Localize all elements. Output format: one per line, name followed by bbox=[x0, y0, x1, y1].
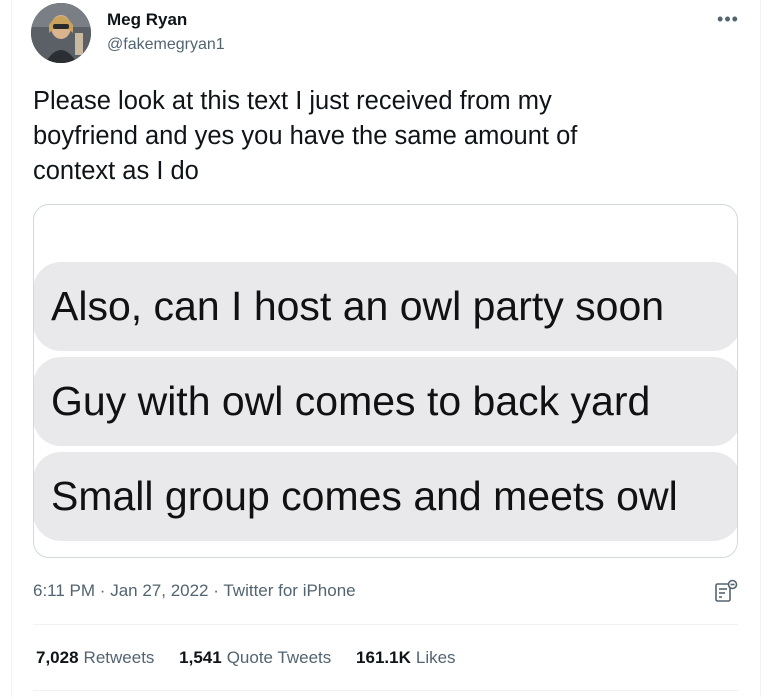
message-bubble: Also, can I host an owl party soon bbox=[34, 262, 737, 351]
avatar-image bbox=[31, 3, 91, 63]
meta-separator: · bbox=[213, 581, 219, 600]
tweet-metadata: 6:11 PM · Jan 27, 2022 · Twitter for iPh… bbox=[33, 581, 356, 601]
meta-separator: · bbox=[99, 581, 106, 600]
timeline-border-right bbox=[760, 0, 761, 697]
tweet-text: Please look at this text I just received… bbox=[33, 87, 578, 185]
tweet-stats: 7,028 Retweets 1,541 Quote Tweets 161.1K Li… bbox=[36, 648, 476, 668]
quote-tweets-stat[interactable]: 1,541 Quote Tweets bbox=[179, 648, 331, 668]
divider bbox=[33, 624, 738, 625]
quote-tweets-label: Quote Tweets bbox=[226, 648, 332, 667]
retweets-stat[interactable]: 7,028 Retweets bbox=[36, 648, 154, 668]
more-options-button[interactable]: ••• bbox=[713, 5, 743, 33]
quote-tweets-count: 1,541 bbox=[179, 648, 222, 667]
author-handle[interactable]: @fakemegryan1 bbox=[107, 36, 225, 54]
tweet-source[interactable]: Twitter for iPhone bbox=[223, 581, 355, 600]
more-horizontal-icon: ••• bbox=[717, 9, 739, 29]
likes-stat[interactable]: 161.1K Likes bbox=[356, 648, 456, 668]
tweet-timestamp-date[interactable]: Jan 27, 2022 bbox=[110, 581, 208, 600]
divider bbox=[33, 690, 738, 691]
author-name[interactable]: Meg Ryan bbox=[107, 10, 187, 30]
retweets-label: Retweets bbox=[83, 648, 155, 667]
analytics-icon[interactable] bbox=[713, 579, 739, 603]
retweets-count: 7,028 bbox=[36, 648, 79, 667]
tweet-media-image[interactable]: Also, can I host an owl party soon Guy w… bbox=[33, 204, 738, 558]
likes-count: 161.1K bbox=[356, 648, 411, 667]
tweet-timestamp-time[interactable]: 6:11 PM bbox=[33, 581, 95, 600]
timeline-border-left bbox=[11, 0, 12, 697]
message-bubble: Guy with owl comes to back yard bbox=[34, 357, 737, 446]
message-bubble: Small group comes and meets owl bbox=[34, 452, 737, 541]
avatar[interactable] bbox=[31, 3, 91, 63]
likes-label: Likes bbox=[415, 648, 456, 667]
